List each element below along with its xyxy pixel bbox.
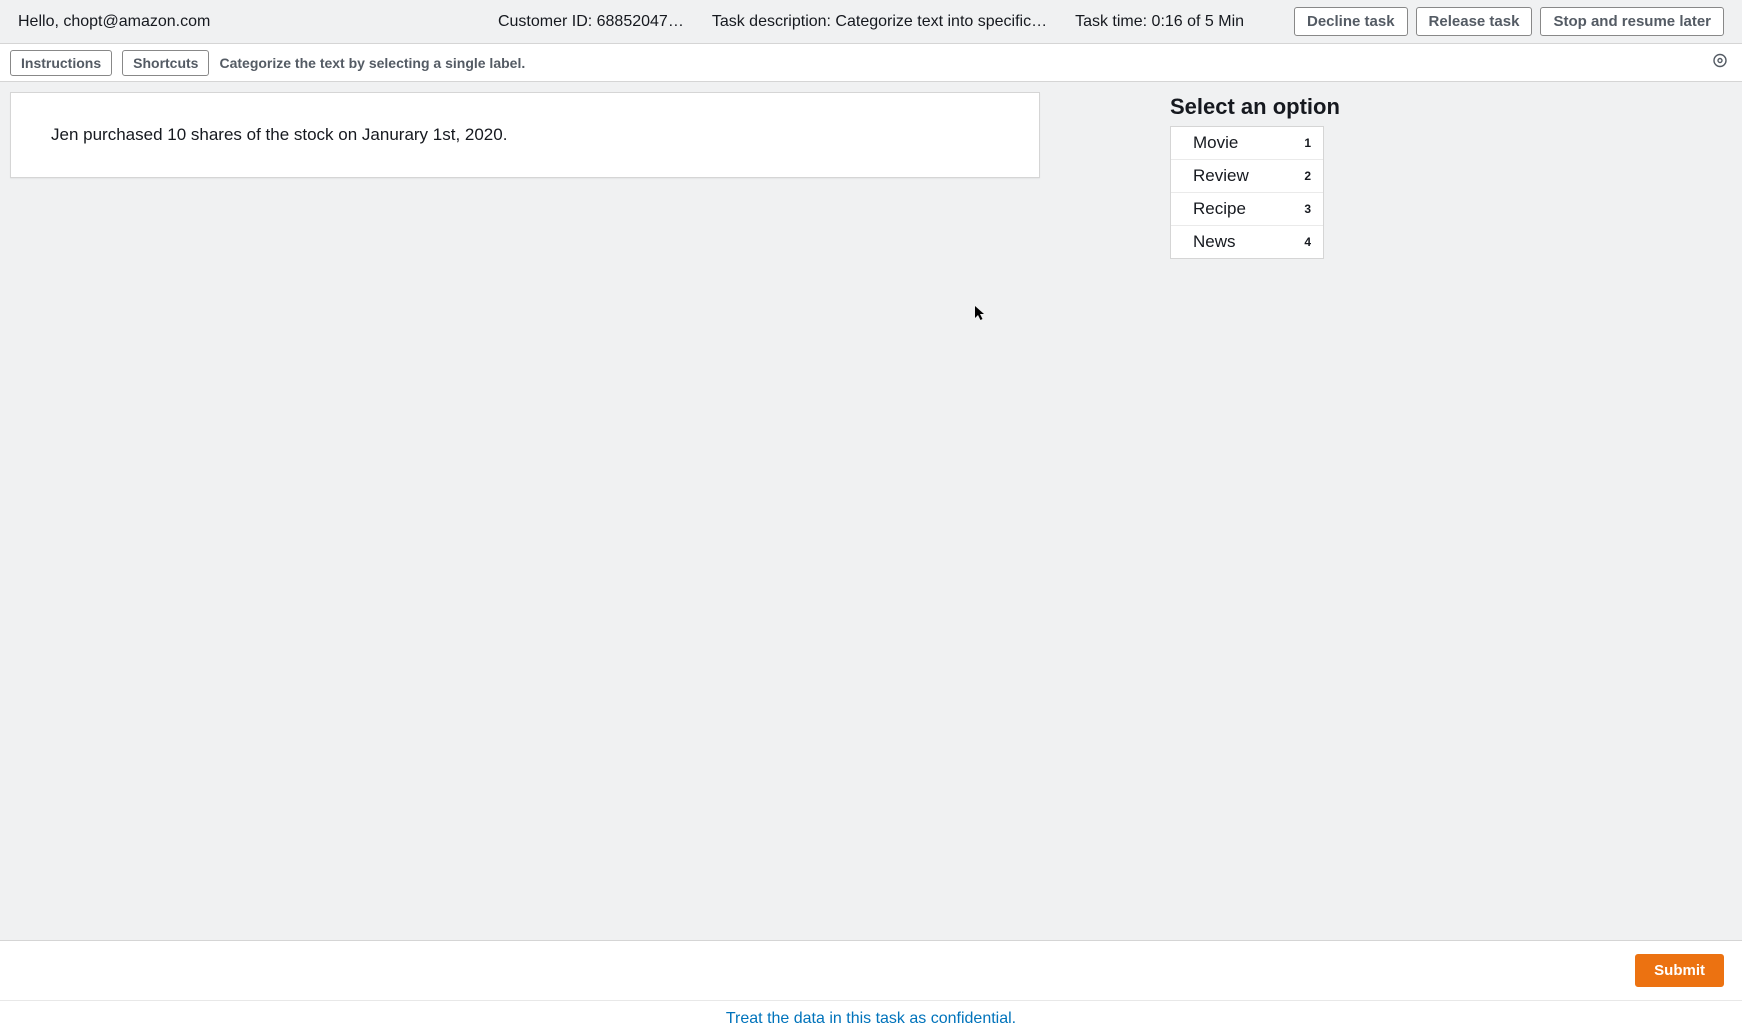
task-text: Jen purchased 10 shares of the stock on … xyxy=(51,125,507,144)
shortcuts-button[interactable]: Shortcuts xyxy=(122,50,209,76)
option-list: Movie 1 Review 2 Recipe 3 News 4 xyxy=(1170,126,1324,259)
option-label: Recipe xyxy=(1193,199,1246,219)
decline-task-button[interactable]: Decline task xyxy=(1294,7,1408,36)
hint-text: Categorize the text by selecting a singl… xyxy=(219,55,525,71)
settings-icon[interactable] xyxy=(1712,52,1728,73)
option-shortcut: 2 xyxy=(1304,169,1311,183)
customer-id: Customer ID: 68852047… xyxy=(498,13,684,31)
option-shortcut: 1 xyxy=(1304,136,1311,150)
confidential-link[interactable]: Treat the data in this task as confident… xyxy=(726,1010,1016,1028)
options-title: Select an option xyxy=(1170,94,1340,120)
option-label: News xyxy=(1193,232,1236,252)
option-news[interactable]: News 4 xyxy=(1171,226,1323,258)
confidential-bar: Treat the data in this task as confident… xyxy=(0,1000,1742,1036)
main-area: Jen purchased 10 shares of the stock on … xyxy=(0,82,1742,940)
task-description: Task description: Categorize text into s… xyxy=(712,13,1047,31)
option-label: Review xyxy=(1193,166,1249,186)
top-bar: Hello, chopt@amazon.com Customer ID: 688… xyxy=(0,0,1742,44)
footer-bar: Submit xyxy=(0,940,1742,1000)
instructions-button[interactable]: Instructions xyxy=(10,50,112,76)
stop-resume-button[interactable]: Stop and resume later xyxy=(1540,7,1724,36)
option-recipe[interactable]: Recipe 3 xyxy=(1171,193,1323,226)
option-review[interactable]: Review 2 xyxy=(1171,160,1323,193)
release-task-button[interactable]: Release task xyxy=(1416,7,1533,36)
option-movie[interactable]: Movie 1 xyxy=(1171,127,1323,160)
task-meta: Customer ID: 68852047… Task description:… xyxy=(498,13,1244,31)
option-shortcut: 4 xyxy=(1304,235,1311,249)
option-shortcut: 3 xyxy=(1304,202,1311,216)
options-panel: Select an option Movie 1 Review 2 Recipe… xyxy=(1170,92,1340,930)
task-time: Task time: 0:16 of 5 Min xyxy=(1075,13,1244,31)
sub-bar: Instructions Shortcuts Categorize the te… xyxy=(0,44,1742,82)
option-label: Movie xyxy=(1193,133,1238,153)
task-text-card: Jen purchased 10 shares of the stock on … xyxy=(10,92,1040,178)
top-actions: Decline task Release task Stop and resum… xyxy=(1294,7,1724,36)
submit-button[interactable]: Submit xyxy=(1635,954,1724,987)
greeting-text: Hello, chopt@amazon.com xyxy=(18,13,210,31)
